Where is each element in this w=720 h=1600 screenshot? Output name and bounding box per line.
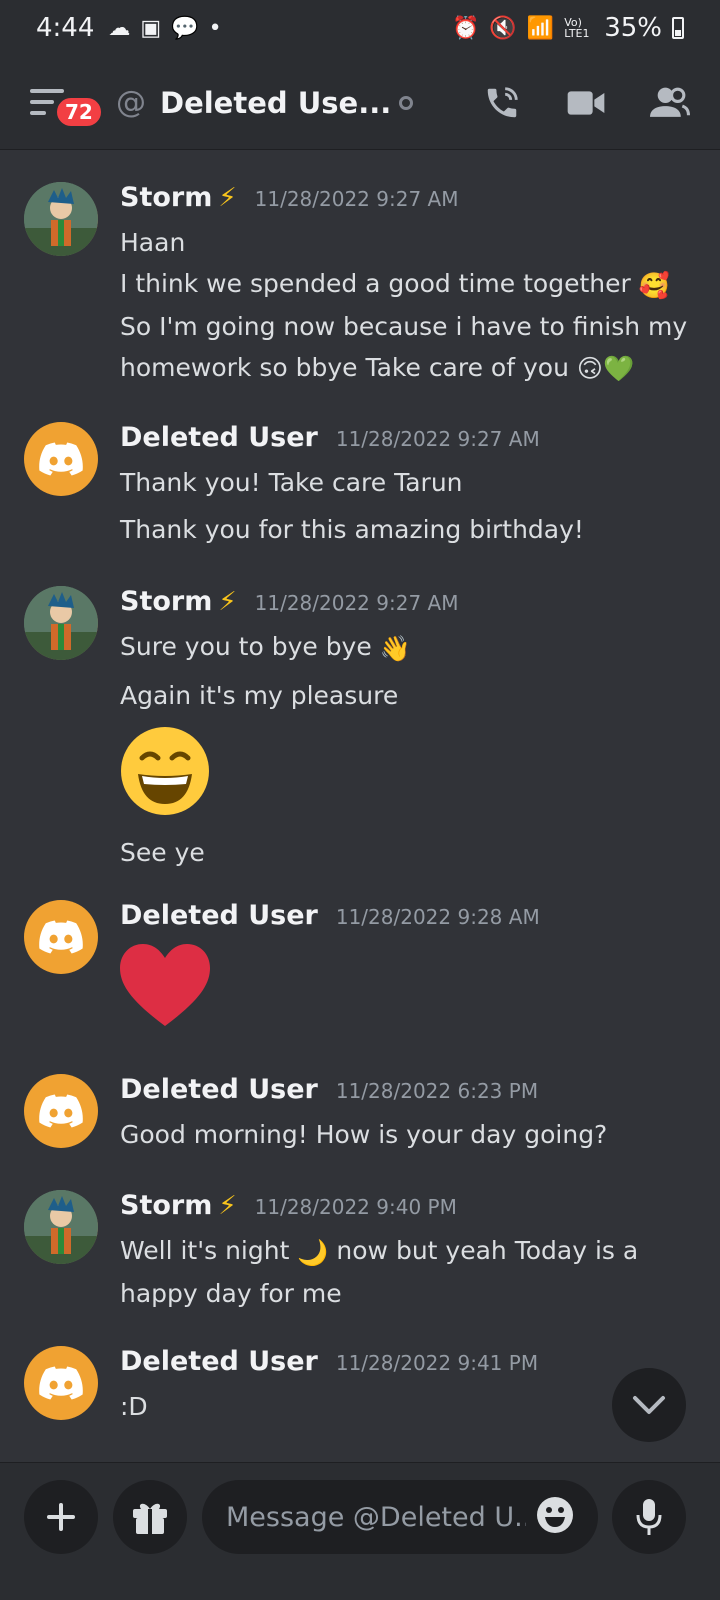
offline-status-icon (399, 95, 414, 110)
members-button[interactable] (650, 83, 690, 123)
network-label: Vo) LTE1 (564, 16, 590, 40)
emoji-picker-button[interactable] (536, 1496, 574, 1538)
author-name[interactable]: Storm (120, 586, 212, 617)
message-text: I think we spended a good time together (120, 269, 631, 298)
gallery-icon: ▣ (140, 15, 162, 41)
message-text: Thank you for this amazing birthday! (120, 515, 584, 544)
voice-message-button[interactable] (612, 1480, 686, 1554)
message-text: happy day for me (120, 1278, 342, 1308)
channel-header: 72 @ Deleted Use... (0, 56, 720, 150)
message-text: See ye (120, 837, 205, 867)
timestamp: 11/28/2022 9:27 AM (254, 187, 459, 211)
message-list[interactable]: Storm ⚡ 11/28/2022 9:27 AM Haan I think … (0, 150, 720, 1462)
timestamp: 11/28/2022 9:27 AM (335, 427, 540, 451)
grinning-face-emoji-icon (120, 726, 210, 816)
avatar[interactable] (24, 1346, 98, 1420)
menu-icon (30, 88, 64, 93)
red-heart-emoji-icon (120, 944, 210, 1028)
timestamp: 11/28/2022 9:28 AM (335, 905, 540, 929)
message-text: Sure you to bye bye (120, 632, 372, 661)
cloud-icon: ☁ (108, 15, 131, 41)
lightning-icon: ⚡ (218, 1191, 237, 1221)
video-call-button[interactable] (566, 83, 606, 123)
upside-down-face-emoji-icon: 🙃 (576, 354, 603, 383)
at-icon: @ (116, 85, 146, 120)
timestamp: 11/28/2022 9:40 PM (254, 1195, 457, 1219)
timestamp: 11/28/2022 9:41 PM (335, 1351, 539, 1375)
members-icon (650, 87, 690, 117)
battery-percent: 35% (604, 13, 662, 43)
video-icon (567, 90, 605, 115)
timestamp: 11/28/2022 9:27 AM (254, 591, 459, 615)
plus-icon (47, 1503, 75, 1531)
message-text: Good morning! How is your day going? (120, 1120, 608, 1149)
green-heart-emoji-icon: 💚 (602, 354, 635, 383)
message-text: homework so bbye Take care of you (120, 352, 569, 382)
status-bar: 4:44 ☁ ▣ 💬 • ⏰ 🔇 📶 Vo) LTE1 35% (0, 0, 720, 56)
author-name[interactable]: Deleted User (120, 422, 318, 453)
lightning-icon: ⚡ (218, 183, 237, 213)
author-name[interactable]: Deleted User (120, 900, 318, 931)
author-name[interactable]: Deleted User (120, 1074, 318, 1105)
discord-logo-icon (39, 1094, 83, 1128)
smiling-hearts-emoji-icon: 🥰 (638, 270, 670, 300)
battery-icon (672, 17, 684, 39)
message-text: Well it's night (120, 1236, 290, 1265)
voice-call-button[interactable] (482, 83, 522, 123)
message-text: Haan (120, 228, 186, 257)
wifi-icon: 📶 (526, 15, 555, 41)
chat-icon: 💬 (171, 15, 199, 41)
menu-button[interactable]: 72 (30, 87, 104, 129)
author-name[interactable]: Storm (120, 1190, 212, 1221)
message-composer (0, 1462, 720, 1600)
dot-icon: • (208, 15, 222, 41)
avatar[interactable] (24, 900, 98, 974)
gift-icon (133, 1503, 167, 1534)
gift-button[interactable] (113, 1480, 187, 1554)
message-text: Again it's my pleasure (120, 680, 399, 710)
message-text: Thank you! Take care Tarun (120, 468, 463, 497)
mute-icon: 🔇 (489, 15, 517, 41)
avatar[interactable] (24, 1074, 98, 1148)
channel-title[interactable]: Deleted Use... (160, 86, 391, 120)
message-text: So I'm going now because i have to finis… (120, 311, 688, 341)
discord-logo-icon (39, 442, 83, 476)
message-text: now but yeah Today is a (336, 1236, 639, 1265)
smiley-icon (537, 1497, 573, 1533)
waving-hand-emoji-icon: 👋 (379, 633, 411, 663)
microphone-icon (636, 1499, 662, 1535)
author-name[interactable]: Deleted User (120, 1346, 318, 1377)
message-input-container[interactable] (202, 1480, 598, 1554)
alarm-icon: ⏰ (451, 15, 480, 41)
crescent-moon-emoji-icon: 🌙 (297, 1237, 329, 1267)
discord-logo-icon (39, 920, 83, 954)
message-input[interactable] (226, 1501, 526, 1533)
scroll-to-bottom-button[interactable] (612, 1368, 686, 1442)
message-text: :D (120, 1392, 148, 1421)
unread-badge: 72 (54, 94, 104, 129)
phone-call-icon (487, 86, 518, 117)
lightning-icon: ⚡ (218, 587, 237, 617)
add-attachment-button[interactable] (24, 1480, 98, 1554)
avatar[interactable] (24, 182, 98, 256)
chevron-down-icon (633, 1396, 665, 1414)
avatar[interactable] (24, 422, 98, 496)
author-name[interactable]: Storm (120, 182, 212, 213)
status-time: 4:44 (36, 13, 95, 43)
avatar[interactable] (24, 586, 98, 660)
avatar[interactable] (24, 1190, 98, 1264)
timestamp: 11/28/2022 6:23 PM (335, 1079, 539, 1103)
discord-logo-icon (39, 1366, 83, 1400)
